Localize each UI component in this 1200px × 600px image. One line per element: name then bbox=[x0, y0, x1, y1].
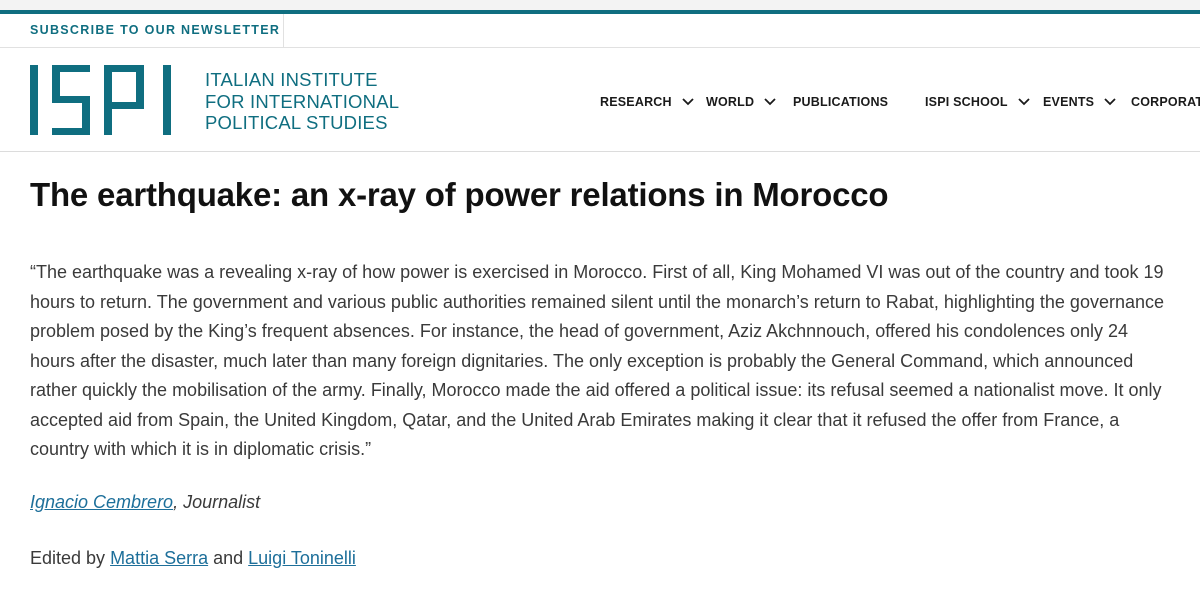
chevron-down-icon bbox=[682, 98, 694, 106]
ispi-logo-icon bbox=[30, 65, 171, 135]
nav-events-label: EVENTS bbox=[1043, 95, 1095, 109]
author-link[interactable]: Ignacio Cembrero bbox=[30, 492, 173, 512]
subscribe-newsletter-link[interactable]: SUBSCRIBE TO OUR NEWSLETTER bbox=[0, 14, 284, 48]
institute-name-line-1: ITALIAN INSTITUTE bbox=[205, 69, 378, 90]
browser-top-strip bbox=[0, 0, 1200, 10]
page-title: The earthquake: an x-ray of power relati… bbox=[30, 176, 889, 213]
nav-world[interactable]: WORLD bbox=[706, 92, 776, 112]
nav-publications-label: PUBLICATIONS bbox=[793, 95, 889, 109]
nav-research[interactable]: RESEARCH bbox=[600, 92, 694, 112]
ispi-logo[interactable] bbox=[30, 65, 180, 135]
site-header: ITALIAN INSTITUTE FOR INTERNATIONAL POLI… bbox=[0, 48, 1200, 152]
nav-corporate-label: CORPORAT bbox=[1131, 95, 1200, 109]
nav-corporate[interactable]: CORPORAT bbox=[1131, 92, 1200, 112]
nav-research-label: RESEARCH bbox=[600, 95, 672, 109]
chevron-down-icon bbox=[1018, 98, 1030, 106]
edited-by-prefix: Edited by bbox=[30, 548, 111, 568]
author-role: , Journalist bbox=[173, 492, 261, 512]
institute-name: ITALIAN INSTITUTE FOR INTERNATIONAL POLI… bbox=[205, 69, 399, 134]
newsletter-strip: SUBSCRIBE TO OUR NEWSLETTER bbox=[0, 14, 1200, 48]
chevron-down-icon bbox=[1104, 98, 1116, 106]
editor-link-2[interactable]: Luigi Toninelli bbox=[248, 548, 356, 568]
nav-ispi-school-label: ISPI SCHOOL bbox=[925, 95, 1008, 109]
edited-by-line: Edited by Mattia Serra and Luigi Toninel… bbox=[30, 548, 356, 569]
editor-link-1[interactable]: Mattia Serra bbox=[110, 548, 208, 568]
chevron-down-icon bbox=[764, 98, 776, 106]
institute-name-line-3: POLITICAL STUDIES bbox=[205, 112, 388, 133]
author-line: Ignacio Cembrero, Journalist bbox=[30, 492, 260, 513]
editor-join: and bbox=[208, 548, 249, 568]
nav-events[interactable]: EVENTS bbox=[1043, 92, 1116, 112]
nav-world-label: WORLD bbox=[706, 95, 755, 109]
institute-name-line-2: FOR INTERNATIONAL bbox=[205, 90, 400, 112]
article-quote: “The earthquake was a revealing x-ray of… bbox=[30, 262, 1164, 459]
nav-ispi-school[interactable]: ISPI SCHOOL bbox=[925, 92, 1030, 112]
nav-publications[interactable]: PUBLICATIONS bbox=[793, 92, 888, 112]
